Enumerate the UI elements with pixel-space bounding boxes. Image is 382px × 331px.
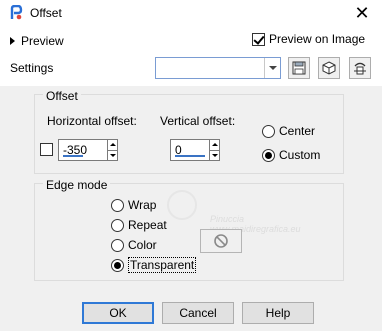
horizontal-offset-label: Horizontal offset: <box>47 114 137 128</box>
transparent-label: Transparent <box>128 257 197 273</box>
color-label: Color <box>128 238 157 252</box>
app-icon <box>8 4 24 21</box>
cancel-button[interactable]: Cancel <box>162 302 234 324</box>
delete-preset-button[interactable] <box>349 57 371 79</box>
expand-triangle-icon <box>10 37 15 45</box>
dropdown-button[interactable] <box>264 58 280 78</box>
custom-label: Custom <box>279 148 321 162</box>
custom-radio-button[interactable] <box>262 148 275 162</box>
preview-on-image-checkbox[interactable]: Preview on Image <box>252 32 365 46</box>
repeat-label: Repeat <box>128 218 167 232</box>
horizontal-offset-input[interactable]: -350 <box>58 139 108 161</box>
reset-icon <box>322 61 336 75</box>
vertical-offset-input[interactable]: 0 <box>170 139 210 161</box>
color-radio-button[interactable] <box>111 238 124 252</box>
spin-down-icon[interactable] <box>108 151 117 161</box>
offset-group-title: Offset <box>43 89 81 103</box>
spin-up-icon[interactable] <box>108 140 117 150</box>
value-underline <box>175 155 205 157</box>
center-radio-button[interactable] <box>262 124 275 138</box>
spin-up-icon[interactable] <box>210 140 219 150</box>
ok-button[interactable]: OK <box>82 302 154 324</box>
preview-expander[interactable]: Preview <box>10 33 64 49</box>
edge-color-swatch[interactable] <box>200 229 242 253</box>
settings-dropdown[interactable] <box>155 57 281 79</box>
preview-on-image-label: Preview on Image <box>269 32 366 46</box>
link-offset-checkbox[interactable] <box>40 143 53 156</box>
save-preset-button[interactable] <box>288 57 310 79</box>
repeat-radio-button[interactable] <box>111 218 124 232</box>
close-icon[interactable]: ✕ <box>352 3 372 23</box>
wrap-label: Wrap <box>128 198 157 212</box>
edge-mode-group-title: Edge mode <box>43 178 111 192</box>
edge-transparent-radio[interactable]: Transparent <box>111 257 197 273</box>
custom-radio[interactable]: Custom <box>262 147 320 163</box>
chevron-down-icon <box>268 66 277 70</box>
wrap-radio-button[interactable] <box>111 198 124 212</box>
center-label: Center <box>279 124 316 138</box>
delete-preset-icon <box>354 62 366 75</box>
value-underline <box>63 155 83 157</box>
transparent-radio-button[interactable] <box>111 258 124 272</box>
center-radio[interactable]: Center <box>262 123 315 139</box>
no-color-icon <box>214 234 228 248</box>
horizontal-offset-spinner[interactable]: -350 <box>58 139 118 161</box>
edge-color-radio[interactable]: Color <box>111 237 157 253</box>
watermark-logo <box>167 190 197 220</box>
window-title: Offset <box>30 6 62 20</box>
vertical-offset-stepper[interactable] <box>210 139 220 161</box>
edge-repeat-radio[interactable]: Repeat <box>111 217 167 233</box>
edge-wrap-radio[interactable]: Wrap <box>111 197 156 213</box>
help-button[interactable]: Help <box>242 302 314 324</box>
reset-button[interactable] <box>318 57 340 79</box>
vertical-offset-label: Vertical offset: <box>160 114 236 128</box>
spin-down-icon[interactable] <box>210 151 219 161</box>
horizontal-offset-stepper[interactable] <box>108 139 118 161</box>
preview-on-image-check[interactable] <box>252 32 265 46</box>
watermark-name: Pinuccia <box>210 214 245 224</box>
settings-label: Settings <box>10 61 54 75</box>
preview-label: Preview <box>21 34 64 48</box>
save-preset-icon <box>292 61 306 75</box>
vertical-offset-spinner[interactable]: 0 <box>170 139 220 161</box>
